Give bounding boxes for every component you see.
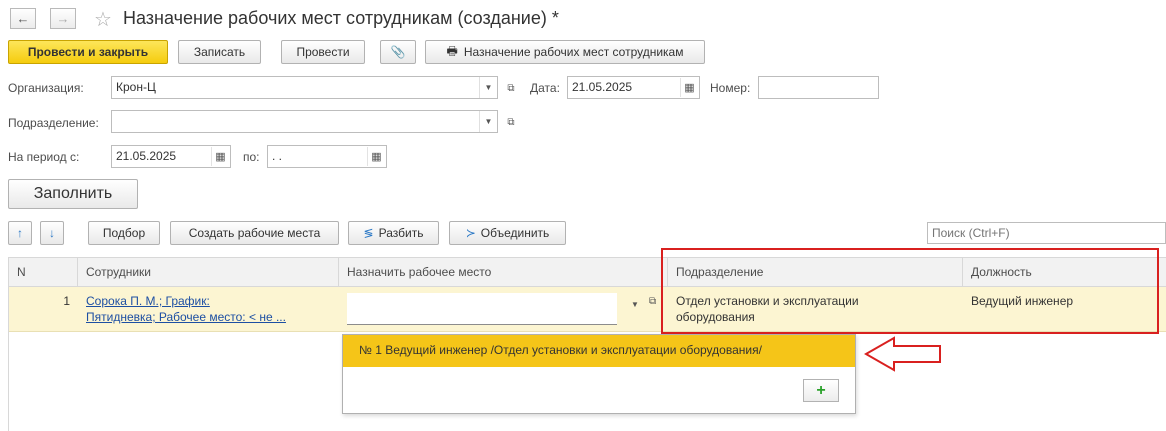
annotation-rectangle [661,248,1159,334]
org-label: Организация: [8,81,84,95]
calendar-icon[interactable]: ▦ [211,147,229,166]
paperclip-icon: 📎 [390,45,406,59]
move-up-button[interactable]: ↑ [8,221,32,245]
dept-field[interactable]: ▼ [111,110,498,133]
employee-link-line2[interactable]: Пятидневка; Рабочее место: < не ... [86,310,286,324]
period-from-value: 21.05.2025 [116,149,177,163]
open-icon[interactable]: ⧉ [502,79,520,97]
save-button[interactable]: Записать [178,40,261,64]
period-from-field[interactable]: 21.05.2025 ▦ [111,145,231,168]
arrow-right-icon: → [56,11,70,26]
open-icon[interactable]: ⧉ [649,294,656,310]
back-button[interactable]: ← [10,8,36,29]
dropdown-option[interactable]: № 1 Ведущий инженер /Отдел установки и э… [343,335,855,367]
pick-button[interactable]: Подбор [88,221,160,245]
chevron-down-icon[interactable]: ▼ [631,297,639,313]
period-label: На период с: [8,150,80,164]
add-button[interactable]: + [803,379,839,402]
column-header-workplace[interactable]: Назначить рабочее место [339,258,668,287]
plus-icon: + [816,381,826,399]
attach-button[interactable]: 📎 [380,40,416,64]
annotation-arrow-icon [864,336,941,372]
post-and-close-button[interactable]: Провести и закрыть [8,40,168,64]
arrow-down-icon: ↓ [49,226,55,240]
create-places-button[interactable]: Создать рабочие места [170,221,339,245]
arrow-left-icon: ← [16,11,30,26]
open-icon[interactable]: ⧉ [502,113,520,131]
number-field[interactable] [758,76,879,99]
row-number: 1 [63,294,70,308]
calendar-icon[interactable]: ▦ [367,147,385,166]
merge-button-label: Объединить [480,226,550,240]
date-value: 21.05.2025 [572,80,633,94]
date-field[interactable]: 21.05.2025 ▦ [567,76,700,99]
fill-button[interactable]: Заполнить [8,179,138,209]
print-button[interactable]: 🖶 Назначение рабочих мест сотрудникам [425,40,705,64]
printer-icon: 🖶 [446,43,458,58]
move-down-button[interactable]: ↓ [40,221,64,245]
page-title: Назначение рабочих мест сотрудникам (соз… [123,8,559,28]
chevron-down-icon[interactable]: ▼ [479,111,497,132]
date-label: Дата: [530,81,560,95]
period-to-field[interactable]: . . ▦ [267,145,387,168]
period-to-label: по: [243,150,260,164]
merge-icon: ≻ [465,226,476,240]
calendar-icon[interactable]: ▦ [680,78,698,97]
forward-button[interactable]: → [50,8,76,29]
search-input[interactable] [927,222,1166,244]
split-button[interactable]: ≶ Разбить [348,221,439,245]
workplace-input[interactable] [347,293,617,325]
org-value: Крон-Ц [116,80,156,94]
print-button-label: Назначение рабочих мест сотрудникам [463,45,684,59]
workplace-dropdown: № 1 Ведущий инженер /Отдел установки и э… [342,334,856,414]
star-icon[interactable]: ☆ [94,7,112,32]
org-field[interactable]: Крон-Ц ▼ [111,76,498,99]
merge-button[interactable]: ≻ Объединить [449,221,566,245]
period-to-value: . . [272,149,283,163]
column-header-n[interactable]: N [9,258,78,287]
employee-link-line1[interactable]: Сорока П. М.; График: [86,294,210,308]
workplace-cell[interactable]: ▼ ⧉ [339,287,668,332]
employee-cell[interactable]: Сорока П. М.; График: Пятидневка; Рабоче… [78,287,339,332]
chevron-down-icon[interactable]: ▼ [479,77,497,98]
split-button-label: Разбить [378,226,424,240]
split-icon: ≶ [363,226,374,240]
number-label: Номер: [710,81,751,95]
arrow-up-icon: ↑ [17,226,23,240]
dept-label: Подразделение: [8,116,99,130]
post-button[interactable]: Провести [281,40,365,64]
column-header-employees[interactable]: Сотрудники [78,258,339,287]
